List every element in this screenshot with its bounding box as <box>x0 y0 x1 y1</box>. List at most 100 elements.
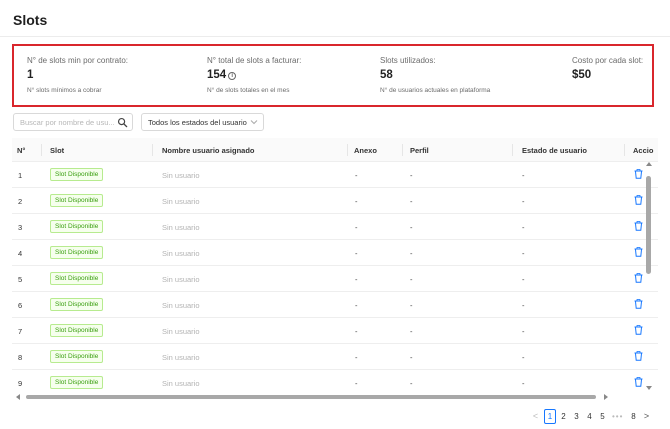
slot-number: 9 <box>18 379 23 388</box>
user-status-value: - <box>522 301 525 310</box>
slot-number: 1 <box>18 171 23 180</box>
anexo-value: - <box>355 249 358 258</box>
page-title: Slots <box>13 12 48 28</box>
info-circle-icon[interactable]: i <box>228 72 237 80</box>
scroll-right-arrow-icon[interactable] <box>604 394 608 400</box>
slot-status-tag: Slot Disponible <box>50 350 104 363</box>
trash-icon[interactable] <box>634 221 643 231</box>
trash-icon[interactable] <box>634 351 643 361</box>
vertical-scrollbar[interactable] <box>645 162 652 390</box>
assigned-user-name: Sin usuario <box>162 223 200 232</box>
slot-status-tag: Slot Disponible <box>50 298 104 311</box>
slot-status-tag: Slot Disponible <box>50 376 104 389</box>
col-user-header: Nombre usuario asignado <box>162 146 255 155</box>
assigned-user-name: Sin usuario <box>162 327 200 336</box>
search-icon[interactable] <box>117 117 128 128</box>
used-slots-caption: N° de usuarios actuales en plataforma <box>380 87 491 94</box>
assigned-user-name: Sin usuario <box>162 353 200 362</box>
trash-icon[interactable] <box>634 247 643 257</box>
prev-page-button[interactable]: < <box>530 409 541 424</box>
user-status-value: - <box>522 249 525 258</box>
cost-per-slot-value: $50 <box>572 69 592 81</box>
header-divider <box>512 144 513 156</box>
slot-status-tag: Slot Disponible <box>50 194 104 207</box>
slot-number: 6 <box>18 301 23 310</box>
page-button-4[interactable]: 4 <box>584 409 595 424</box>
user-status-value: - <box>522 171 525 180</box>
table-row: 8 Slot Disponible Sin usuario - - - <box>12 344 658 370</box>
total-slots-label: N° total de slots a facturar: <box>207 56 302 65</box>
user-status-value: - <box>522 197 525 206</box>
header-divider <box>402 144 403 156</box>
slots-table: N° Slot Nombre usuario asignado Anexo Pe… <box>12 138 658 395</box>
trash-icon[interactable] <box>634 299 643 309</box>
table-row: 4 Slot Disponible Sin usuario - - - <box>12 240 658 266</box>
scroll-left-arrow-icon[interactable] <box>16 394 20 400</box>
perfil-value: - <box>410 353 413 362</box>
user-status-select[interactable]: Todos los estados del usuario <box>141 113 264 131</box>
col-slot-header: Slot <box>50 146 65 155</box>
slot-number: 3 <box>18 223 23 232</box>
min-slots-caption: N° slots mínimos a cobrar <box>27 87 102 94</box>
assigned-user-name: Sin usuario <box>162 379 200 388</box>
pagination-ellipsis[interactable]: ••• <box>612 409 623 424</box>
horizontal-scrollbar[interactable] <box>16 393 608 401</box>
next-page-button[interactable]: > <box>641 409 652 424</box>
page-button-last[interactable]: 8 <box>628 409 639 424</box>
slots-summary-panel: N° de slots min por contrato: 1 N° slots… <box>12 44 654 107</box>
user-status-value: - <box>522 327 525 336</box>
col-anexo-header: Anexo <box>354 146 377 155</box>
table-row: 3 Slot Disponible Sin usuario - - - <box>12 214 658 240</box>
perfil-value: - <box>410 197 413 206</box>
anexo-value: - <box>355 197 358 206</box>
col-perfil-header: Perfil <box>410 146 429 155</box>
scroll-up-arrow-icon[interactable] <box>646 162 652 166</box>
title-divider <box>0 36 670 37</box>
page-button-5[interactable]: 5 <box>597 409 608 424</box>
search-box[interactable] <box>13 113 133 131</box>
cost-per-slot-label: Costo por cada slot: <box>572 56 644 65</box>
vertical-scroll-thumb[interactable] <box>646 176 651 274</box>
slot-status-tag: Slot Disponible <box>50 272 104 285</box>
total-slots-caption: N° de slots totales en el mes <box>207 87 290 94</box>
user-status-value: - <box>522 275 525 284</box>
table-row: 5 Slot Disponible Sin usuario - - - <box>12 266 658 292</box>
col-acciones-header: Accio <box>633 146 654 155</box>
perfil-value: - <box>410 275 413 284</box>
page-button-1[interactable]: 1 <box>544 409 556 424</box>
table-row: 9 Slot Disponible Sin usuario - - - <box>12 370 658 395</box>
assigned-user-name: Sin usuario <box>162 171 200 180</box>
anexo-value: - <box>355 301 358 310</box>
trash-icon[interactable] <box>634 325 643 335</box>
slot-number: 2 <box>18 197 23 206</box>
assigned-user-name: Sin usuario <box>162 249 200 258</box>
table-row: 2 Slot Disponible Sin usuario - - - <box>12 188 658 214</box>
anexo-value: - <box>355 275 358 284</box>
trash-icon[interactable] <box>634 169 643 179</box>
slot-status-tag: Slot Disponible <box>50 220 104 233</box>
header-divider <box>347 144 348 156</box>
perfil-value: - <box>410 301 413 310</box>
user-status-value: - <box>522 379 525 388</box>
assigned-user-name: Sin usuario <box>162 301 200 310</box>
slot-status-tag: Slot Disponible <box>50 168 104 181</box>
page-button-3[interactable]: 3 <box>571 409 582 424</box>
perfil-value: - <box>410 327 413 336</box>
trash-icon[interactable] <box>634 195 643 205</box>
scroll-down-arrow-icon[interactable] <box>646 386 652 390</box>
page-button-2[interactable]: 2 <box>558 409 569 424</box>
min-slots-label: N° de slots min por contrato: <box>27 56 129 65</box>
table-row: 7 Slot Disponible Sin usuario - - - <box>12 318 658 344</box>
min-slots-value: 1 <box>27 69 34 81</box>
total-slots-value-group: 154 i <box>207 69 237 81</box>
slot-number: 7 <box>18 327 23 336</box>
horizontal-scroll-thumb[interactable] <box>26 395 596 399</box>
used-slots-value: 58 <box>380 69 393 81</box>
slot-number: 8 <box>18 353 23 362</box>
trash-icon[interactable] <box>634 377 643 387</box>
search-input[interactable] <box>20 117 116 128</box>
table-row: 6 Slot Disponible Sin usuario - - - <box>12 292 658 318</box>
trash-icon[interactable] <box>634 273 643 283</box>
anexo-value: - <box>355 327 358 336</box>
header-divider <box>41 144 42 156</box>
